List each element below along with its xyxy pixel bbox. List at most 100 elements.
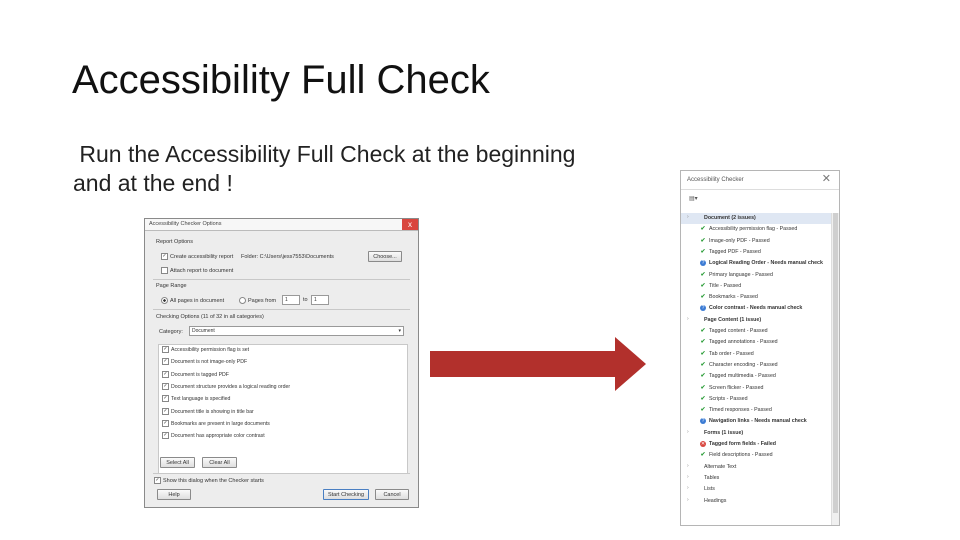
tree-label: Timed responses - Passed (709, 407, 772, 414)
check-category[interactable]: › Alternate Text (681, 462, 833, 473)
help-button[interactable]: Help (157, 489, 191, 500)
chevron-icon[interactable]: › (687, 316, 689, 322)
checkmark-icon: ✓ (162, 346, 169, 353)
chevron-icon[interactable]: › (687, 214, 689, 220)
pages-to-input[interactable]: 1 (311, 295, 329, 305)
check-result-item[interactable]: ? Logical Reading Order - Needs manual ch… (681, 258, 833, 269)
pass-check-icon: ✔ (700, 373, 706, 380)
checkmark-icon: ✓ (162, 395, 169, 403)
show-dialog-checkbox[interactable]: ✓ Show this dialog when the Checker start… (154, 477, 264, 484)
report-options-heading: Report Options (156, 239, 193, 245)
checkmark-icon: ✓ (162, 382, 169, 390)
slide-title: Accessibility Full Check (72, 58, 490, 102)
category-label: Category: (159, 329, 183, 335)
chevron-icon[interactable]: › (687, 474, 689, 480)
category-select[interactable]: Document ▾ (189, 326, 404, 336)
check-result-item[interactable]: ✔ Screen flicker - Passed (681, 383, 833, 394)
chevron-icon[interactable]: › (687, 485, 689, 491)
divider (153, 279, 410, 280)
checking-options-heading: Checking Options (11 of 32 in all catego… (156, 314, 264, 320)
check-result-item[interactable]: ✕ Tagged form fields - Failed (681, 439, 833, 450)
tree-label: Forms (1 issue) (704, 429, 744, 436)
failed-icon: ✕ (700, 441, 706, 447)
check-result-item[interactable]: ✔ Field descriptions - Passed (681, 450, 833, 461)
check-category[interactable]: › Page Content (1 issue) (681, 315, 833, 326)
tree-label: Tagged content - Passed (709, 328, 768, 334)
manual-check-icon: ? (700, 418, 706, 425)
check-category[interactable]: › Tables (681, 473, 833, 484)
tree-label: Tab order - Passed (709, 350, 754, 357)
dialog-title-bar: Accessibility Checker Options x (145, 219, 418, 231)
pass-check-icon: ✔ (700, 395, 706, 402)
dialog-title: Accessibility Checker Options (149, 221, 222, 227)
check-result-item[interactable]: ? Color contrast - Needs manual check (681, 303, 833, 314)
options-menu-icon[interactable]: ▤▾ (689, 195, 698, 202)
check-result-item[interactable]: ✔ Image-only PDF - Passed (681, 236, 833, 247)
check-option-label: Document is tagged PDF (171, 371, 229, 378)
pass-check-icon: ✔ (700, 294, 706, 301)
accessibility-checker-options-dialog: Accessibility Checker Options x Report O… (144, 218, 419, 508)
panel-title: Accessibility Checker (687, 177, 744, 183)
pass-check-icon: ✔ (700, 271, 706, 278)
check-option-label: Bookmarks are present in large documents (171, 420, 270, 427)
check-result-item[interactable]: ✔ Tagged multimedia - Passed (681, 371, 833, 382)
folder-path: Folder: C:\Users\jess7553\Documents (241, 254, 334, 260)
attach-report-checkbox[interactable]: Attach report to document (161, 267, 233, 274)
check-result-item[interactable]: ? Navigation links - Needs manual check (681, 416, 833, 427)
check-result-item[interactable]: ✔ Primary language - Passed (681, 270, 833, 281)
check-option[interactable]: ✓ Document title is showing in title bar (162, 407, 254, 415)
all-pages-radio[interactable]: All pages in document (161, 297, 224, 304)
create-report-label: Create accessibility report (170, 253, 234, 260)
choose-button[interactable]: Choose... (368, 251, 402, 262)
check-result-item[interactable]: ✔ Tagged PDF - Passed (681, 247, 833, 258)
pass-check-icon: ✔ (700, 328, 706, 334)
clear-all-button[interactable]: Clear All (202, 457, 237, 468)
pass-check-icon: ✔ (700, 237, 706, 244)
check-option[interactable]: ✓ Document structure provides a logical r… (162, 382, 290, 390)
chevron-icon[interactable]: › (687, 497, 689, 503)
slide-subtitle: Run the Accessibility Full Check at the … (73, 141, 576, 196)
close-icon[interactable]: x (402, 219, 418, 230)
tree-label: Tagged annotations - Passed (709, 339, 778, 346)
pass-check-icon: ✔ (700, 339, 706, 346)
start-checking-button[interactable]: Start Checking (323, 489, 369, 500)
pass-check-icon: ✔ (700, 350, 706, 357)
tree-label: Scripts - Passed (709, 395, 748, 402)
close-icon[interactable]: ✕ (822, 172, 831, 185)
select-all-button[interactable]: Select All (160, 457, 195, 468)
check-result-item[interactable]: ✔ Tagged annotations - Passed (681, 337, 833, 348)
divider (153, 473, 410, 474)
cancel-button[interactable]: Cancel (375, 489, 409, 500)
check-option[interactable]: ✓ Text language is specified (162, 395, 230, 403)
check-category[interactable]: › Forms (1 issue) (681, 428, 833, 439)
check-result-item[interactable]: ✔ Bookmarks - Passed (681, 292, 833, 303)
check-option[interactable]: ✓ Document has appropriate color contrast (162, 432, 265, 440)
check-category[interactable]: › Lists (681, 484, 833, 495)
pass-check-icon: ✔ (700, 248, 706, 255)
check-result-item[interactable]: ✔ Title - Passed (681, 281, 833, 292)
tree-label: Tagged multimedia - Passed (709, 373, 776, 380)
chevron-icon[interactable]: › (687, 463, 689, 469)
check-result-item[interactable]: ✔ Accessibility permission flag - Passed (681, 224, 833, 235)
chevron-icon[interactable]: › (687, 429, 689, 435)
pages-from-input[interactable]: 1 (282, 295, 300, 305)
check-category[interactable]: › Document (2 issues) (681, 213, 833, 224)
accessibility-checker-panel: Accessibility Checker ✕ ▤▾ › Document (2 … (680, 170, 840, 526)
tree-label: Character encoding - Passed (709, 361, 778, 368)
check-result-item[interactable]: ✔ Character encoding - Passed (681, 360, 833, 371)
create-report-checkbox[interactable]: ✓ Create accessibility report (161, 253, 233, 260)
check-option[interactable]: ✓ Document is tagged PDF (162, 370, 229, 378)
check-result-item[interactable]: ✔ Timed responses - Passed (681, 405, 833, 416)
check-category[interactable]: › Headings (681, 496, 833, 507)
check-result-item[interactable]: ✔ Tagged content - Passed (681, 326, 833, 337)
check-result-item[interactable]: ✔ Tab order - Passed (681, 349, 833, 360)
tree-label: Tagged PDF - Passed (709, 248, 761, 255)
scrollbar-thumb[interactable] (833, 213, 838, 513)
pages-from-radio[interactable]: Pages from (239, 297, 276, 304)
scrollbar[interactable] (831, 213, 839, 525)
check-option[interactable]: ✓ Bookmarks are present in large document… (162, 419, 270, 427)
check-result-item[interactable]: ✔ Scripts - Passed (681, 394, 833, 405)
check-option[interactable]: ✓ Accessibility permission flag is set (162, 346, 249, 353)
pages-from-label: Pages from (248, 297, 277, 304)
check-option[interactable]: ✓ Document is not image-only PDF (162, 358, 247, 366)
